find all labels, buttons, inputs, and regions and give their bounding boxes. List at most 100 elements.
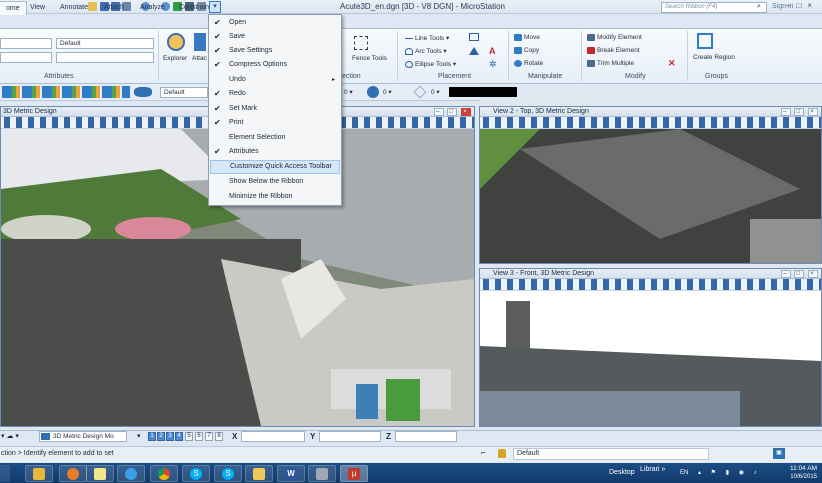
text-icon[interactable]: A bbox=[489, 46, 496, 56]
menu-item-open[interactable]: ✔ Open bbox=[210, 16, 340, 30]
taskbar-desktop-label[interactable]: Desktop bbox=[609, 469, 635, 476]
style-combo[interactable] bbox=[0, 52, 52, 63]
menu-item-minimize-ribbon[interactable]: Minimize the Ribbon bbox=[210, 190, 340, 204]
view-toggle-4[interactable]: 4 bbox=[175, 432, 183, 441]
coord-x-input[interactable] bbox=[241, 431, 305, 442]
menu-item-save[interactable]: ✔ Save bbox=[210, 30, 340, 44]
view-2-toolbar[interactable] bbox=[480, 117, 821, 129]
views-dropdown-button[interactable]: ▾ bbox=[137, 432, 141, 440]
tray-icons[interactable]: ▴ ⚑ ▮ ◉ ♪ bbox=[698, 469, 761, 476]
ellipse-tools-button[interactable]: Ellipse Tools ▾ bbox=[405, 60, 456, 68]
clock-date[interactable]: 10/6/2015 bbox=[779, 474, 817, 480]
coord-y-input[interactable] bbox=[319, 431, 381, 442]
taskbar-app-explorer[interactable] bbox=[25, 465, 53, 482]
active-level-combo[interactable]: Default bbox=[160, 87, 208, 98]
taskbar-app-folder[interactable] bbox=[245, 465, 273, 482]
view-display-icon[interactable] bbox=[134, 87, 152, 97]
modify-element-button[interactable]: Modify Element bbox=[587, 34, 642, 41]
delete-icon[interactable]: ✕ bbox=[668, 58, 676, 69]
view-group-combo[interactable]: 3D Metric Design Mo bbox=[39, 431, 127, 442]
cell-icon[interactable]: ✲ bbox=[489, 59, 497, 70]
taskbar-app-ie[interactable] bbox=[117, 465, 145, 482]
menu-item-print[interactable]: ✔ Print bbox=[210, 116, 340, 130]
view-maximize-button[interactable]: □ bbox=[794, 270, 805, 278]
view-3-toolbar[interactable] bbox=[480, 279, 821, 291]
taskbar-app-media[interactable] bbox=[59, 465, 87, 482]
view-minimize-button[interactable]: – bbox=[433, 108, 444, 116]
menu-item-attributes[interactable]: ✔ Attributes bbox=[210, 145, 340, 159]
taskbar-app-skype-2[interactable]: S bbox=[214, 465, 242, 482]
lock-icon[interactable] bbox=[498, 449, 506, 458]
weight-combo[interactable] bbox=[56, 52, 154, 63]
priority-field[interactable]: 0 ▾ bbox=[431, 88, 440, 96]
view-toggle-6[interactable]: 6 bbox=[195, 432, 203, 441]
line-tools-button[interactable]: Line Tools ▾ bbox=[405, 34, 449, 42]
menu-item-set-mark[interactable]: ✔ Set Mark bbox=[210, 102, 340, 116]
view-close-button[interactable]: × bbox=[808, 108, 818, 116]
view-2-window-controls[interactable]: – □ × bbox=[780, 108, 818, 116]
tab-analyze[interactable]: Analyze bbox=[134, 1, 171, 15]
tab-view[interactable]: View bbox=[24, 1, 51, 15]
taskbar-app-skype[interactable]: S bbox=[182, 465, 210, 482]
fence-tools-button[interactable]: Fence Tools bbox=[352, 55, 387, 62]
view-toggle-3[interactable]: 3 bbox=[166, 432, 174, 441]
tab-annotate[interactable]: Annotate bbox=[54, 1, 94, 15]
break-element-button[interactable]: Break Element bbox=[587, 47, 640, 54]
view-tools-icons[interactable]: ▾ ☁ ▾ bbox=[1, 432, 31, 442]
explorer-button[interactable]: Explorer bbox=[163, 55, 187, 62]
view-close-button[interactable]: × bbox=[808, 270, 818, 278]
dgn-status-icon[interactable]: ▣ bbox=[773, 448, 785, 459]
taskbar-app-microstation[interactable]: μ bbox=[340, 465, 368, 482]
view-toggle-5[interactable]: 5 bbox=[185, 432, 193, 441]
maximize-button[interactable]: □ bbox=[796, 1, 807, 10]
taskbar-app-chrome[interactable] bbox=[150, 465, 178, 482]
language-indicator[interactable]: EN bbox=[680, 470, 688, 476]
view-3-window[interactable]: View 3 - Front, 3D Metric Design – □ × bbox=[479, 268, 822, 427]
view-minimize-button[interactable]: – bbox=[780, 108, 791, 116]
start-button[interactable] bbox=[0, 465, 10, 482]
rotate-button[interactable]: Rotate bbox=[514, 60, 543, 67]
taskbar-app-tools[interactable] bbox=[308, 465, 336, 482]
tab-home[interactable]: ome bbox=[0, 1, 27, 15]
tab-attach[interactable]: Attach bbox=[98, 1, 130, 15]
close-button[interactable]: × bbox=[807, 1, 818, 10]
menu-item-show-below-ribbon[interactable]: Show Below the Ribbon bbox=[210, 175, 340, 189]
view-2-window[interactable]: View 2 - Top, 3D Metric Design – □ × bbox=[479, 106, 822, 264]
create-region-icon[interactable] bbox=[697, 33, 713, 49]
search-icon[interactable]: ⌕ bbox=[757, 3, 761, 11]
search-ribbon-input[interactable]: Search Ribbon (F4) bbox=[661, 2, 767, 13]
view-close-button[interactable]: × bbox=[461, 108, 471, 116]
fence-icon[interactable] bbox=[354, 36, 368, 50]
view-toggle-7[interactable]: 7 bbox=[205, 432, 213, 441]
taskbar-app-word[interactable]: W bbox=[277, 465, 305, 482]
menu-item-customize-qat[interactable]: Customize Quick Access Toolbar bbox=[210, 160, 340, 174]
snap-icon[interactable]: ⌐ bbox=[481, 448, 493, 460]
copy-button[interactable]: Copy bbox=[514, 47, 539, 54]
tool-icons-strip[interactable] bbox=[2, 86, 130, 98]
menu-item-undo[interactable]: Undo ▸ bbox=[210, 73, 340, 87]
arc-tools-button[interactable]: Arc Tools ▾ bbox=[405, 47, 447, 55]
menu-item-compress-options[interactable]: ✔ Compress Options bbox=[210, 58, 340, 72]
rectangle-icon[interactable] bbox=[469, 33, 479, 41]
view-minimize-button[interactable]: – bbox=[780, 270, 791, 278]
attach-tools-button[interactable]: Attac Tools bbox=[192, 55, 208, 62]
coord-z-input[interactable] bbox=[395, 431, 457, 442]
view-3-window-controls[interactable]: – □ × bbox=[780, 270, 818, 278]
view-1-window-controls[interactable]: – □ × bbox=[433, 108, 471, 116]
transparency-icon[interactable] bbox=[367, 86, 379, 98]
transparency-field[interactable]: 0 ▾ bbox=[383, 88, 392, 96]
view-maximize-button[interactable]: □ bbox=[447, 108, 458, 116]
active-color-swatch[interactable] bbox=[449, 87, 517, 97]
attach-icon[interactable] bbox=[194, 33, 206, 51]
level-attribute-combo[interactable]: Default bbox=[56, 38, 154, 49]
view-maximize-button[interactable]: □ bbox=[794, 108, 805, 116]
taskbar-libraries-label[interactable]: Librari » bbox=[640, 466, 665, 473]
menu-item-redo[interactable]: ✔ Redo bbox=[210, 87, 340, 101]
clock-time[interactable]: 11:04 AM bbox=[779, 465, 817, 472]
taskbar-app-notes[interactable] bbox=[86, 465, 114, 482]
tab-constrain[interactable]: Constrain bbox=[173, 1, 215, 15]
weight-field[interactable]: 0 ▾ bbox=[344, 88, 353, 96]
explorer-icon[interactable] bbox=[167, 33, 185, 51]
move-button[interactable]: Move bbox=[514, 34, 540, 41]
menu-item-element-selection[interactable]: Element Selection bbox=[210, 131, 340, 145]
